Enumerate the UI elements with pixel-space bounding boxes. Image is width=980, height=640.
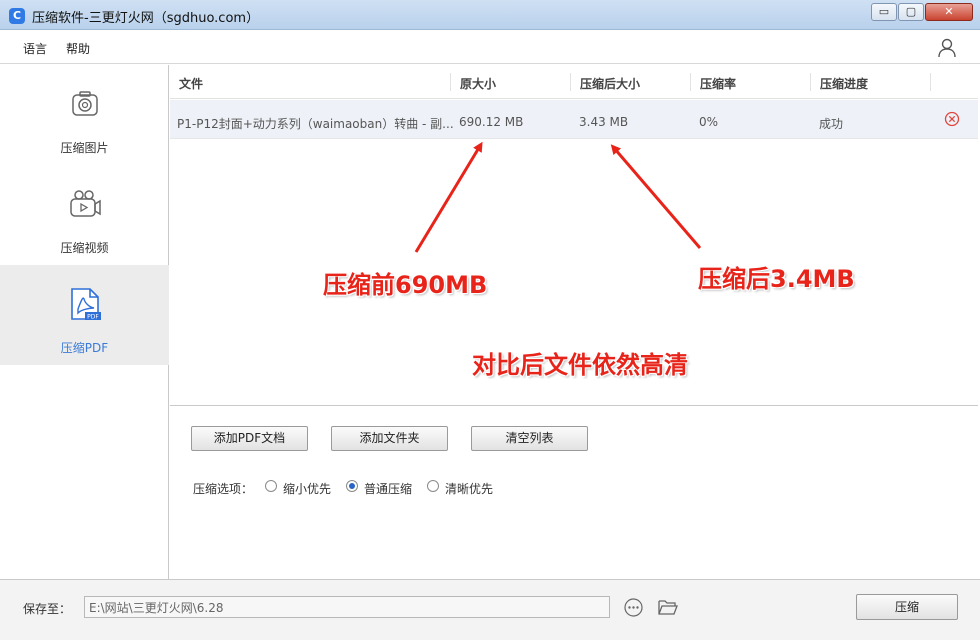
image-compress-icon xyxy=(72,91,98,116)
menu-bar: 语言 帮助 xyxy=(0,31,980,64)
add-pdf-button[interactable]: 添加PDF文档 xyxy=(191,426,308,451)
radio-label-size-priority: 缩小优先 xyxy=(283,482,332,496)
column-header-original-size[interactable]: 原大小 xyxy=(460,75,496,92)
column-header-file[interactable]: 文件 xyxy=(179,75,203,92)
clear-list-button[interactable]: 清空列表 xyxy=(471,426,588,451)
sidebar-item-compress-image[interactable]: 压缩图片 xyxy=(0,65,169,165)
column-divider xyxy=(570,73,571,91)
table-header: 文件 原大小 压缩后大小 压缩率 压缩进度 xyxy=(170,65,978,99)
maximize-button[interactable]: ▢ xyxy=(898,3,924,21)
window-title: 压缩软件-三更灯火网（sgdhuo.com） xyxy=(32,11,260,26)
annotation-before-size: 压缩前690MB xyxy=(323,271,488,299)
app-logo-icon: C xyxy=(9,8,25,24)
annotation-after-size: 压缩后3.4MB xyxy=(698,265,855,293)
remove-row-icon[interactable] xyxy=(944,111,960,127)
more-options-icon[interactable] xyxy=(624,598,643,617)
compression-options-label: 压缩选项： xyxy=(193,482,254,496)
menu-language[interactable]: 语言 xyxy=(23,40,47,57)
column-header-ratio[interactable]: 压缩率 xyxy=(700,75,736,92)
cell-original-size: 690.12 MB xyxy=(459,115,524,129)
controls-panel: 添加PDF文档 添加文件夹 清空列表 压缩选项： 缩小优先 普通压缩 清晰优先 xyxy=(170,405,978,579)
annotation-quality-note: 对比后文件依然高清 xyxy=(472,351,688,379)
pdf-compress-icon: PDF xyxy=(71,288,101,321)
video-compress-icon xyxy=(70,190,101,217)
user-icon[interactable] xyxy=(938,38,956,58)
cell-progress: 成功 xyxy=(819,117,844,131)
save-path-input[interactable] xyxy=(84,596,610,618)
column-divider xyxy=(690,73,691,91)
close-button[interactable]: ✕ xyxy=(925,3,973,21)
open-folder-icon[interactable] xyxy=(658,598,678,616)
column-header-progress[interactable]: 压缩进度 xyxy=(820,75,868,92)
column-divider xyxy=(450,73,451,91)
column-header-compressed-size[interactable]: 压缩后大小 xyxy=(580,75,640,92)
radio-label-clarity-priority: 清晰优先 xyxy=(445,482,494,496)
title-bar: C 压缩软件-三更灯火网（sgdhuo.com） ▭ ▢ ✕ xyxy=(0,0,980,30)
cell-compressed-size: 3.43 MB xyxy=(579,115,629,129)
column-divider xyxy=(930,73,931,91)
sidebar-item-label: 压缩PDF xyxy=(60,341,109,355)
add-folder-button[interactable]: 添加文件夹 xyxy=(331,426,448,451)
compress-button[interactable]: 压缩 xyxy=(856,594,958,620)
sidebar-item-label: 压缩视频 xyxy=(60,241,109,255)
radio-clarity-priority[interactable] xyxy=(427,480,439,492)
svg-text:PDF: PDF xyxy=(87,314,99,321)
save-to-label: 保存至： xyxy=(23,602,72,616)
sidebar-item-compress-pdf[interactable]: PDF 压缩PDF xyxy=(0,265,169,365)
cell-file-name: P1-P12封面+动力系列（waimaoban）转曲 - 副... xyxy=(177,117,454,131)
column-divider xyxy=(810,73,811,91)
sidebar-item-compress-video[interactable]: 压缩视频 xyxy=(0,165,169,265)
footer-bar: 保存至： 压缩 xyxy=(0,579,980,640)
table-row[interactable]: P1-P12封面+动力系列（waimaoban）转曲 - 副... 690.12… xyxy=(170,100,978,139)
cell-ratio: 0% xyxy=(699,115,719,129)
sidebar: 压缩图片 压缩视频 PDF 压缩PDF xyxy=(0,65,169,579)
sidebar-item-label: 压缩图片 xyxy=(60,141,109,155)
radio-size-priority[interactable] xyxy=(265,480,277,492)
minimize-button[interactable]: ▭ xyxy=(871,3,897,21)
radio-label-normal-compression: 普通压缩 xyxy=(364,482,413,496)
menu-help[interactable]: 帮助 xyxy=(66,40,90,57)
radio-normal-compression[interactable] xyxy=(346,480,358,492)
